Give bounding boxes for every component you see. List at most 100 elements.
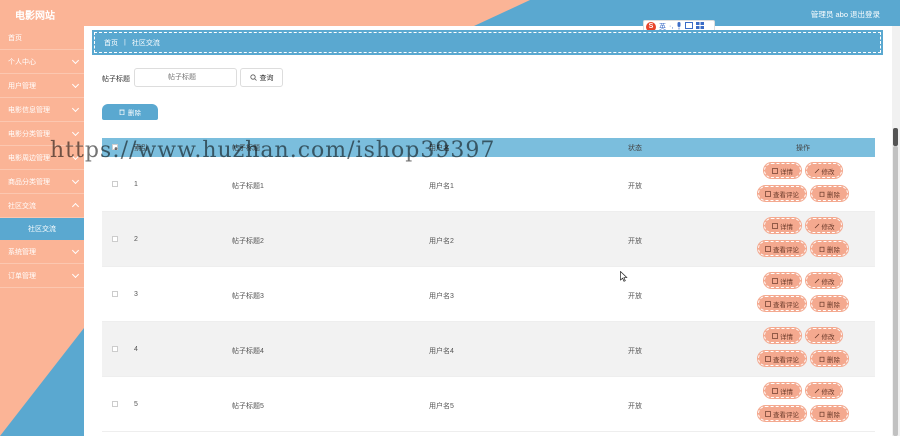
column-header-actions: 操作 <box>796 144 810 152</box>
column-header-user: 用户名 <box>429 144 450 152</box>
delete-button[interactable]: 删除 <box>810 240 849 257</box>
user-info: 管理员 abo <box>810 10 848 19</box>
row-checkbox[interactable] <box>112 236 118 242</box>
table-header: 索引 帖子标题 用户名 状态 操作 <box>102 138 875 157</box>
chevron-down-icon <box>71 80 80 89</box>
comments-icon <box>765 410 771 417</box>
column-header-status: 状态 <box>628 144 642 152</box>
sidebar-item-movie-categories[interactable]: 电影分类管理 <box>0 122 84 146</box>
sidebar-subitem-community[interactable]: 社区交流 <box>0 218 84 240</box>
select-all-checkbox[interactable] <box>112 144 118 150</box>
view-comments-button[interactable]: 查看评论 <box>757 405 807 422</box>
sidebar-item-label: 电影周边管理 <box>8 154 50 162</box>
column-header-title: 帖子标题 <box>232 144 260 152</box>
sidebar-item-orders[interactable]: 订单管理 <box>0 264 84 288</box>
view-comments-button[interactable]: 查看评论 <box>757 240 807 257</box>
delete-label: 删除 <box>827 246 840 254</box>
edit-button[interactable]: 修改 <box>805 217 843 234</box>
delete-label: 删除 <box>827 356 840 364</box>
comments-icon <box>765 355 771 362</box>
chevron-down-icon <box>71 152 80 161</box>
sidebar-item-label: 个人中心 <box>8 58 36 66</box>
detail-icon <box>772 277 778 284</box>
detail-button[interactable]: 详情 <box>763 382 802 399</box>
view-comments-label: 查看评论 <box>773 356 799 364</box>
sidebar-item-product-categories[interactable]: 商品分类管理 <box>0 170 84 194</box>
sidebar-item-label: 社区交流 <box>8 202 36 210</box>
row-checkbox[interactable] <box>112 401 118 407</box>
logout-link[interactable]: 退出登录 <box>850 9 880 20</box>
view-comments-label: 查看评论 <box>773 191 799 199</box>
detail-button[interactable]: 详情 <box>763 272 802 289</box>
cell-title: 帖子标题5 <box>232 403 264 410</box>
search-input[interactable] <box>134 68 237 87</box>
sidebar-item-home[interactable]: 首页 <box>0 26 84 50</box>
view-comments-button[interactable]: 查看评论 <box>757 185 807 202</box>
table-row: 4 帖子标题4 用户名4 开放 详情 修改 查看评论 删除 <box>102 322 875 377</box>
cell-status: 开放 <box>628 183 642 190</box>
cell-index: 4 <box>134 346 138 353</box>
sidebar-item-merch[interactable]: 电影周边管理 <box>0 146 84 170</box>
detail-button[interactable]: 详情 <box>763 162 802 179</box>
cell-user: 用户名1 <box>429 183 454 190</box>
detail-button[interactable]: 详情 <box>763 217 802 234</box>
header-wedge <box>474 0 530 26</box>
sidebar-item-profile[interactable]: 个人中心 <box>0 50 84 74</box>
view-comments-button[interactable]: 查看评论 <box>757 350 807 367</box>
sidebar-item-community[interactable]: 社区交流 <box>0 194 84 218</box>
sidebar-item-label: 首页 <box>8 34 22 42</box>
cell-title: 帖子标题1 <box>232 183 264 190</box>
delete-button[interactable]: 删除 <box>810 350 849 367</box>
app-title: 电影网站 <box>15 11 55 22</box>
bulk-delete-button[interactable]: 删除 <box>102 104 158 120</box>
view-comments-button[interactable]: 查看评论 <box>757 295 807 312</box>
chevron-down-icon <box>71 176 80 185</box>
chevron-down-icon <box>71 246 80 255</box>
edit-label: 修改 <box>821 223 835 231</box>
breadcrumb: 首页 | 社区交流 <box>92 30 883 55</box>
sidebar-item-movies[interactable]: 电影信息管理 <box>0 98 84 122</box>
row-checkbox[interactable] <box>112 346 118 352</box>
delete-button[interactable]: 删除 <box>810 295 849 312</box>
detail-label: 详情 <box>780 388 793 396</box>
breadcrumb-home[interactable]: 首页 <box>104 38 118 48</box>
sidebar-item-users[interactable]: 用户管理 <box>0 74 84 98</box>
edit-button[interactable]: 修改 <box>805 327 843 344</box>
table-row: 5 帖子标题5 用户名5 开放 详情 修改 查看评论 删除 <box>102 377 875 432</box>
cell-user: 用户名4 <box>429 348 454 355</box>
trash-icon <box>819 191 825 197</box>
sidebar-item-system[interactable]: 系统管理 <box>0 240 84 264</box>
detail-label: 详情 <box>780 223 793 231</box>
view-comments-label: 查看评论 <box>773 411 799 419</box>
cell-status: 开放 <box>628 293 642 300</box>
search-icon <box>249 74 257 81</box>
row-checkbox[interactable] <box>112 181 118 187</box>
delete-button[interactable]: 删除 <box>810 185 849 202</box>
chevron-up-icon <box>71 202 80 211</box>
sidebar-item-label: 用户管理 <box>8 82 36 90</box>
edit-button[interactable]: 修改 <box>805 382 843 399</box>
cell-user: 用户名3 <box>429 293 454 300</box>
search-button[interactable]: 查询 <box>240 68 283 87</box>
trash-icon <box>819 301 825 307</box>
scrollbar-rail[interactable] <box>893 146 898 436</box>
edit-icon <box>814 388 819 393</box>
search-button-label: 查询 <box>259 74 274 82</box>
sidebar-decoration <box>0 328 84 436</box>
comments-icon <box>765 300 771 307</box>
scrollbar-thumb[interactable] <box>893 128 898 146</box>
view-comments-label: 查看评论 <box>773 301 799 309</box>
edit-icon <box>814 333 819 338</box>
table-row: 2 帖子标题2 用户名2 开放 详情 修改 查看评论 删除 <box>102 212 875 267</box>
detail-icon <box>772 222 778 229</box>
row-checkbox[interactable] <box>112 291 118 297</box>
cell-user: 用户名2 <box>429 238 454 245</box>
cell-index: 5 <box>134 401 138 408</box>
detail-button[interactable]: 详情 <box>763 327 802 344</box>
delete-button[interactable]: 删除 <box>810 405 849 422</box>
delete-label: 删除 <box>827 301 840 309</box>
edit-button[interactable]: 修改 <box>805 162 843 179</box>
edit-button[interactable]: 修改 <box>805 272 843 289</box>
table-row: 3 帖子标题3 用户名3 开放 详情 修改 查看评论 删除 <box>102 267 875 322</box>
sidebar: 首页 个人中心 用户管理 电影信息管理 电影分类管理 电影周边管理 商品分类管理… <box>0 26 84 436</box>
